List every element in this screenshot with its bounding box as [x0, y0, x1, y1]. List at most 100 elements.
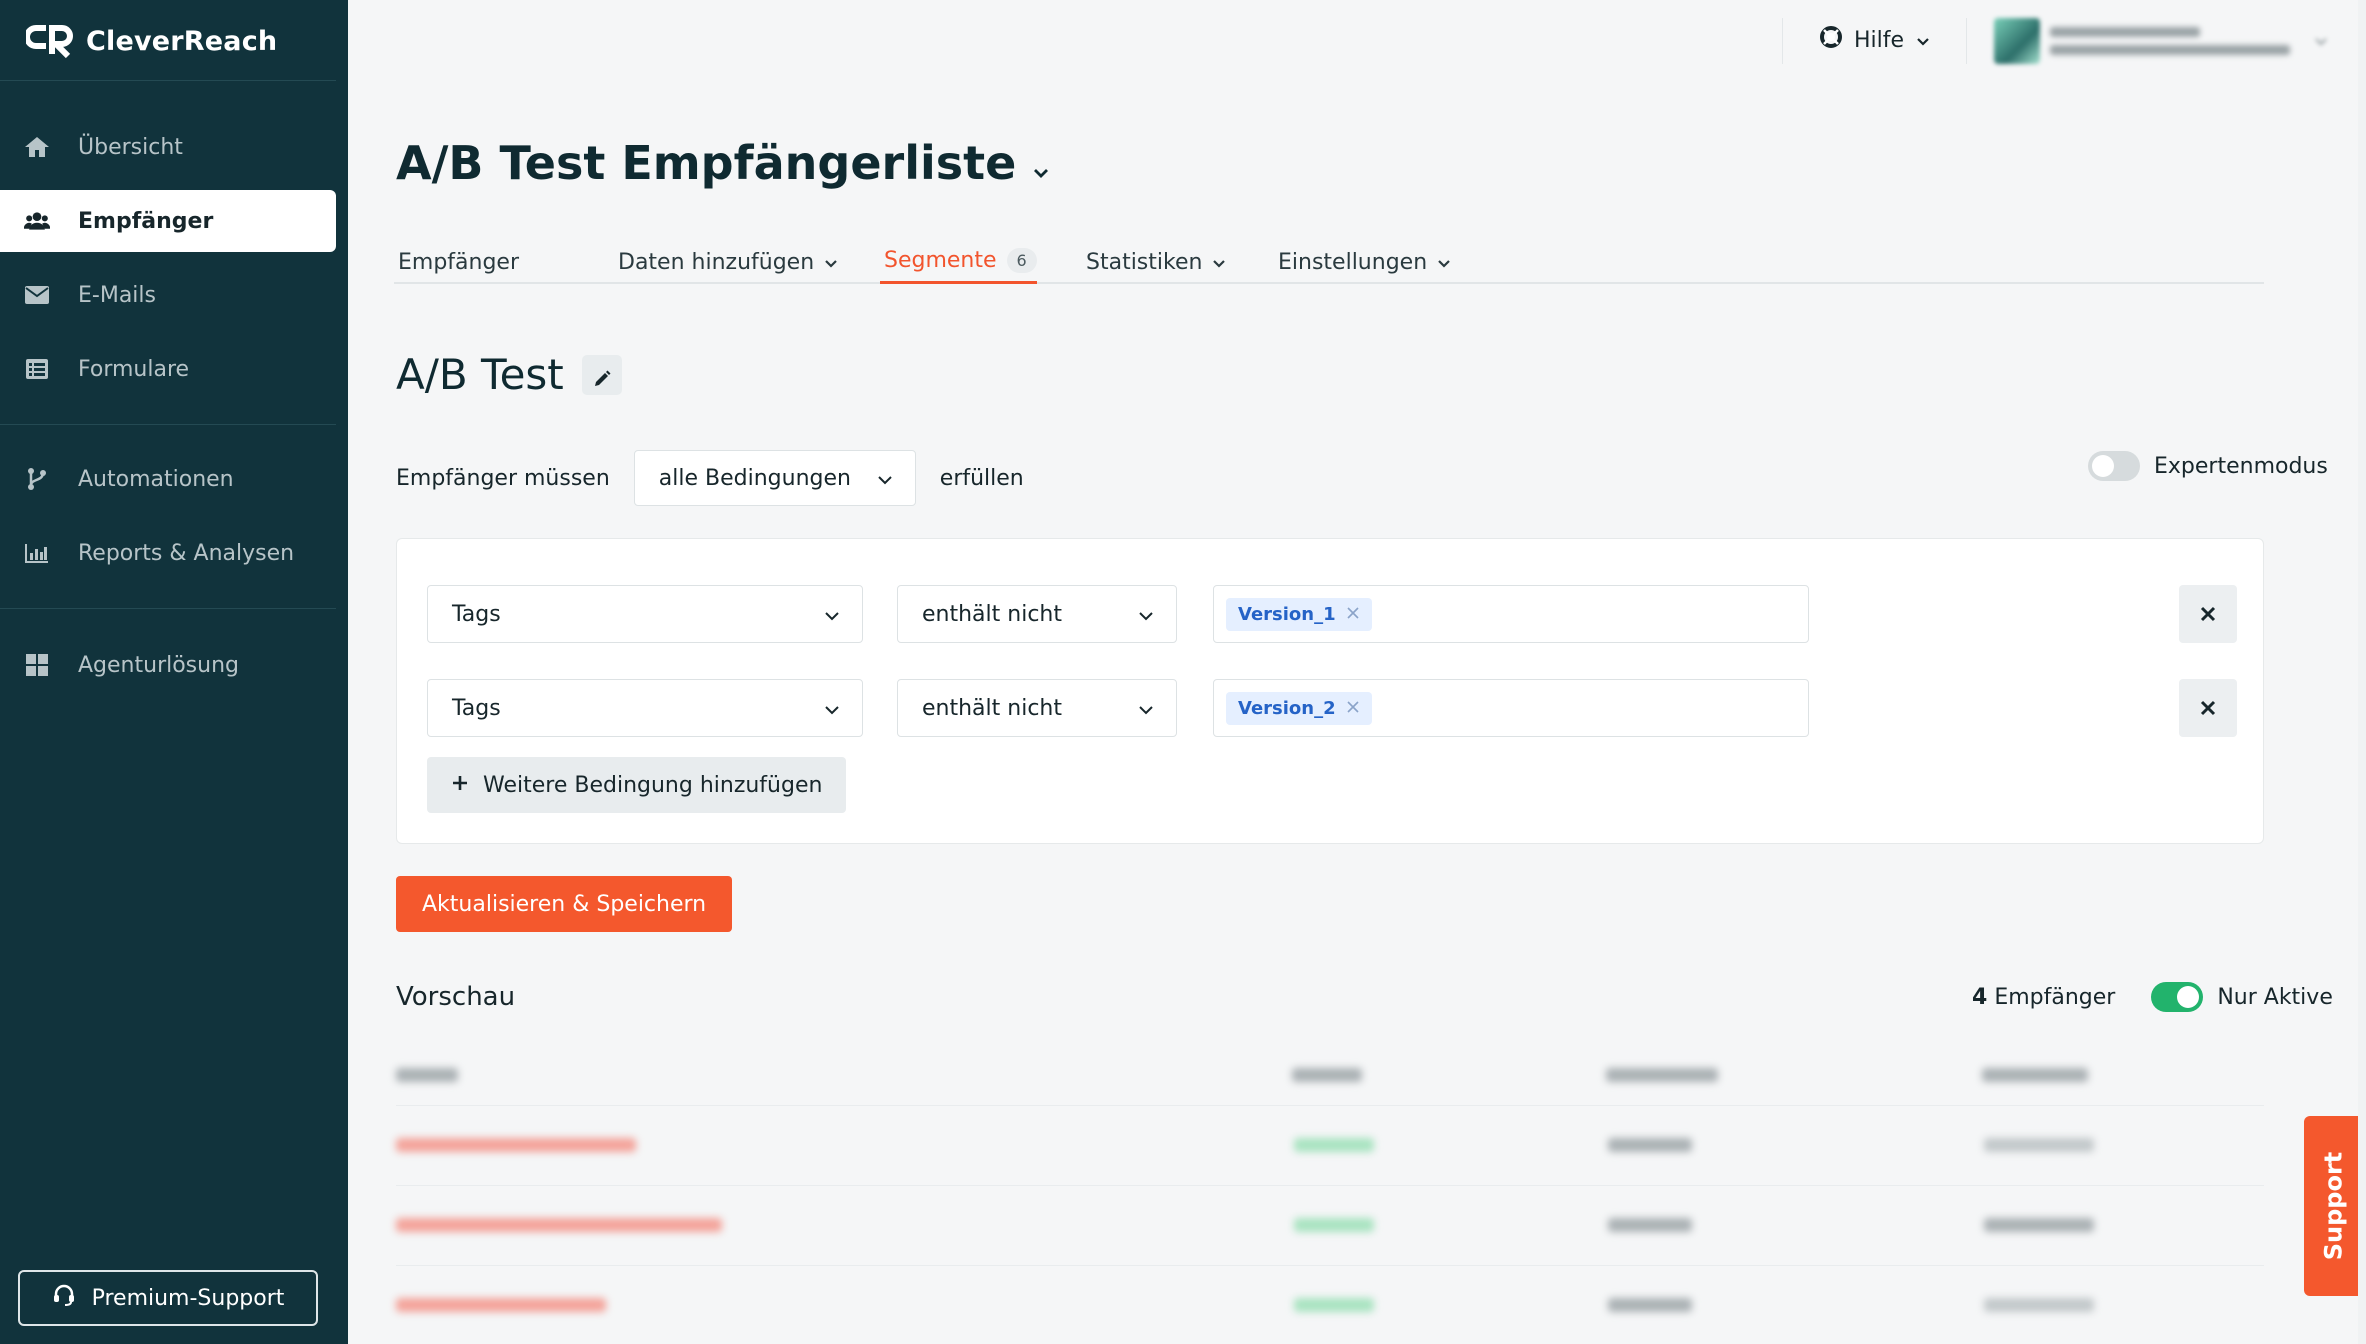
preview-count-row: 4 Empfänger Nur Aktive: [1972, 980, 2333, 1014]
premium-support-label: Premium-Support: [91, 1285, 285, 1311]
recipient-count-label: Empfänger: [1994, 984, 2116, 1010]
sidebar-item-emails[interactable]: E-Mails: [0, 264, 336, 326]
sidebar-item-label: Agenturlösung: [78, 652, 239, 678]
brand-name: CleverReach: [86, 25, 278, 57]
chevron-down-icon: [1437, 250, 1451, 275]
user-menu[interactable]: [1994, 14, 2328, 68]
remove-tag-icon[interactable]: [1346, 698, 1360, 719]
sidebar-item-label: Übersicht: [78, 134, 183, 160]
plus-icon: [451, 773, 469, 798]
table-row[interactable]: [396, 1106, 2264, 1186]
delete-rule-button[interactable]: [2179, 585, 2237, 643]
condition-suffix: erfüllen: [939, 465, 1024, 491]
sidebar-divider: [0, 424, 336, 425]
rule-operator-select[interactable]: enthält nicht: [897, 585, 1177, 643]
update-save-button[interactable]: Aktualisieren & Speichern: [396, 876, 733, 932]
sidebar-item-label: E-Mails: [78, 282, 156, 308]
tab-label: Segmente: [884, 248, 997, 273]
delete-rule-button[interactable]: [2179, 679, 2237, 737]
chevron-down-icon: [1138, 696, 1154, 721]
update-save-label: Aktualisieren & Speichern: [422, 891, 707, 917]
segment-count-badge: 6: [1006, 248, 1037, 273]
main-content: Hilfe A/B Test Empfängerliste Empfänger …: [348, 0, 2366, 1344]
form-icon: [24, 356, 50, 382]
tab-label: Empfänger: [398, 249, 520, 275]
help-menu[interactable]: Hilfe: [1820, 22, 1930, 58]
table-row[interactable]: [396, 1186, 2264, 1266]
help-label: Hilfe: [1854, 27, 1905, 53]
rule-field-select[interactable]: Tags: [427, 585, 863, 643]
home-icon: [24, 134, 50, 160]
sidebar-item-label: Empfänger: [78, 208, 214, 234]
tab-statistiken[interactable]: Statistiken: [1086, 240, 1226, 284]
add-condition-label: Weitere Bedingung hinzufügen: [483, 772, 823, 798]
condition-mode-select[interactable]: alle Bedingungen: [633, 450, 916, 506]
chevron-down-icon: [824, 250, 838, 275]
edit-segment-name-button[interactable]: [581, 354, 622, 395]
recipient-count-number: 4: [1972, 984, 1988, 1010]
rule-tag-input[interactable]: Version_1: [1213, 585, 1809, 643]
chevron-down-icon: [1212, 250, 1226, 275]
tag-chip: Version_1: [1226, 597, 1372, 631]
expert-mode-label: Expertenmodus: [2154, 453, 2328, 479]
tab-daten-hinzufuegen[interactable]: Daten hinzufügen: [618, 240, 838, 284]
sidebar-item-reports[interactable]: Reports & Analysen: [0, 522, 336, 584]
rules-card: Tags enthält nicht Version_1 Tags enthäl…: [396, 538, 2264, 844]
chevron-down-icon: [1138, 602, 1154, 627]
chevron-down-icon: [1032, 136, 1050, 190]
tab-einstellungen[interactable]: Einstellungen: [1278, 240, 1451, 284]
table-header-redacted: [396, 1046, 2264, 1106]
help-lifebuoy-icon: [1820, 26, 1842, 54]
topbar-divider: [1966, 18, 1967, 64]
page-scrollbar[interactable]: [2358, 0, 2366, 1344]
sidebar-item-agenturloesung[interactable]: Agenturlösung: [0, 634, 336, 696]
sidebar-item-label: Automationen: [78, 466, 234, 492]
chevron-down-icon: [1916, 28, 1930, 53]
bar-chart-icon: [24, 540, 50, 566]
rule-row: Tags enthält nicht Version_2: [427, 679, 2237, 737]
table-row[interactable]: [396, 1266, 2264, 1344]
tag-chip-label: Version_2: [1238, 697, 1336, 719]
mail-icon: [24, 282, 50, 308]
support-tab-button[interactable]: Support: [2304, 1116, 2362, 1296]
rule-tag-input[interactable]: Version_2: [1213, 679, 1809, 737]
brand-logo[interactable]: CleverReach: [24, 20, 278, 62]
tab-label: Statistiken: [1086, 249, 1203, 275]
rule-row: Tags enthält nicht Version_1: [427, 585, 2237, 643]
only-active-label: Nur Aktive: [2217, 984, 2333, 1010]
rule-field-select[interactable]: Tags: [427, 679, 863, 737]
preview-table: [396, 1046, 2264, 1344]
expert-mode-toggle-row: Expertenmodus: [2088, 450, 2328, 482]
sidebar-item-uebersicht[interactable]: Übersicht: [0, 116, 336, 178]
tab-empfaenger[interactable]: Empfänger: [398, 240, 519, 284]
rule-field-value: Tags: [452, 601, 501, 627]
segment-title: A/B Test: [396, 350, 622, 399]
page-title[interactable]: A/B Test Empfängerliste: [396, 136, 1050, 190]
tab-segmente[interactable]: Segmente 6: [880, 240, 1037, 284]
sidebar-item-automationen[interactable]: Automationen: [0, 448, 336, 510]
sidebar-item-label: Formulare: [78, 356, 190, 382]
condition-prefix: Empfänger müssen: [396, 465, 610, 491]
condition-mode-row: Empfänger müssen alle Bedingungen erfüll…: [396, 450, 1024, 506]
rule-operator-select[interactable]: enthält nicht: [897, 679, 1177, 737]
rule-field-value: Tags: [452, 695, 501, 721]
premium-support-button[interactable]: Premium-Support: [18, 1270, 318, 1326]
add-condition-button[interactable]: Weitere Bedingung hinzufügen: [427, 757, 847, 813]
expert-mode-toggle[interactable]: [2088, 451, 2140, 481]
remove-tag-icon[interactable]: [1346, 604, 1360, 625]
only-active-toggle[interactable]: [2151, 982, 2204, 1012]
chevron-down-icon: [824, 696, 840, 721]
support-label: Support: [2319, 1151, 2347, 1261]
headset-icon: [52, 1283, 76, 1313]
preview-title: Vorschau: [396, 982, 516, 1012]
tab-label: Einstellungen: [1278, 249, 1428, 275]
close-icon: [2200, 694, 2216, 722]
sidebar-item-formulare[interactable]: Formulare: [0, 338, 336, 400]
rule-operator-value: enthält nicht: [922, 695, 1062, 721]
sidebar: CleverReach Übersicht Empfänger E-Mails …: [0, 0, 348, 1344]
tag-chip: Version_2: [1226, 691, 1372, 725]
tab-label: Daten hinzufügen: [618, 249, 815, 275]
recipient-count: 4 Empfänger: [1972, 985, 2115, 1010]
sidebar-item-empfaenger[interactable]: Empfänger: [0, 190, 336, 252]
list-tabs: Empfänger Daten hinzufügen Segmente 6 St…: [394, 226, 2264, 284]
